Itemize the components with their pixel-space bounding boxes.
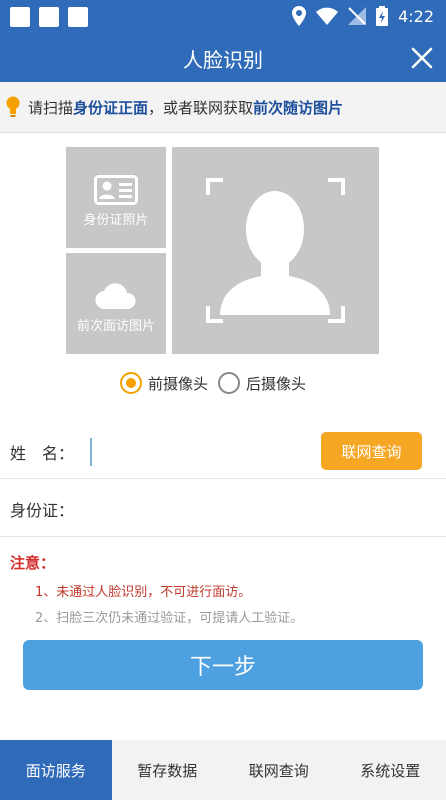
next-step-button[interactable]: 下一步 bbox=[23, 640, 423, 690]
page-title: 人脸识别 bbox=[183, 48, 263, 72]
wifi-icon bbox=[316, 7, 339, 25]
lightbulb-icon bbox=[6, 96, 20, 117]
notice-item-1: 1、未通过人脸识别，不可进行面访。 bbox=[35, 585, 252, 600]
tip-highlight-id-front: 身份证正面 bbox=[73, 99, 149, 117]
tip-highlight-previous-photo: 前次随访图片 bbox=[253, 99, 344, 117]
close-icon[interactable] bbox=[410, 46, 434, 70]
tip-bar: 请扫描身份证正面，或者联网获取前次随访图片 bbox=[0, 82, 446, 133]
notification-icon bbox=[10, 7, 30, 27]
bottom-tab-bar: 面访服务 暂存数据 联网查询 系统设置 bbox=[0, 740, 446, 800]
system-icons: 4:22 bbox=[292, 6, 434, 26]
previous-visit-photo-label: 前次面访图片 bbox=[76, 319, 155, 334]
cloud-icon bbox=[95, 283, 136, 310]
name-input[interactable] bbox=[90, 438, 316, 466]
tab-saved-data[interactable]: 暂存数据 bbox=[112, 740, 224, 800]
radio-unselected-icon bbox=[218, 372, 241, 394]
id-card-icon bbox=[94, 175, 138, 205]
status-bar: 4:22 bbox=[0, 0, 446, 34]
notification-icon bbox=[39, 7, 59, 27]
tab-online-query[interactable]: 联网查询 bbox=[223, 740, 335, 800]
radio-selected-icon bbox=[120, 372, 142, 394]
tab-system-settings[interactable]: 系统设置 bbox=[335, 740, 446, 800]
notice-item-2: 2、扫脸三次仍未通过验证，可提请人工验证。 bbox=[35, 611, 304, 626]
clock: 4:22 bbox=[398, 6, 434, 26]
camera-selector: 前摄像头 后摄像头 bbox=[120, 372, 316, 394]
notice-title: 注意： bbox=[10, 554, 56, 572]
face-scan-icon bbox=[206, 178, 345, 323]
back-camera-radio[interactable]: 后摄像头 bbox=[218, 372, 306, 394]
no-signal-icon bbox=[348, 7, 367, 25]
front-camera-radio[interactable]: 前摄像头 bbox=[120, 372, 208, 394]
online-query-button[interactable]: 联网查询 bbox=[321, 432, 422, 470]
title-bar: 人脸识别 bbox=[0, 34, 446, 82]
tab-interview-service[interactable]: 面访服务 bbox=[0, 740, 112, 800]
id-card-photo[interactable]: 身份证照片 bbox=[66, 147, 166, 248]
face-capture-area[interactable] bbox=[172, 147, 379, 354]
id-number-input[interactable] bbox=[90, 495, 414, 523]
battery-charging-icon bbox=[376, 6, 389, 26]
name-label: 姓 名： bbox=[10, 444, 75, 463]
id-label: 身份证： bbox=[10, 501, 75, 520]
tip-text: 请扫描身份证正面，或者联网获取前次随访图片 bbox=[28, 99, 344, 117]
name-row: 姓 名： 联网查询 bbox=[0, 424, 446, 479]
location-icon bbox=[292, 6, 307, 26]
id-card-photo-label: 身份证照片 bbox=[83, 213, 149, 228]
id-row: 身份证： bbox=[0, 479, 446, 537]
notification-icons bbox=[10, 7, 88, 27]
notification-icon bbox=[68, 7, 88, 27]
previous-visit-photo[interactable]: 前次面访图片 bbox=[66, 253, 166, 354]
